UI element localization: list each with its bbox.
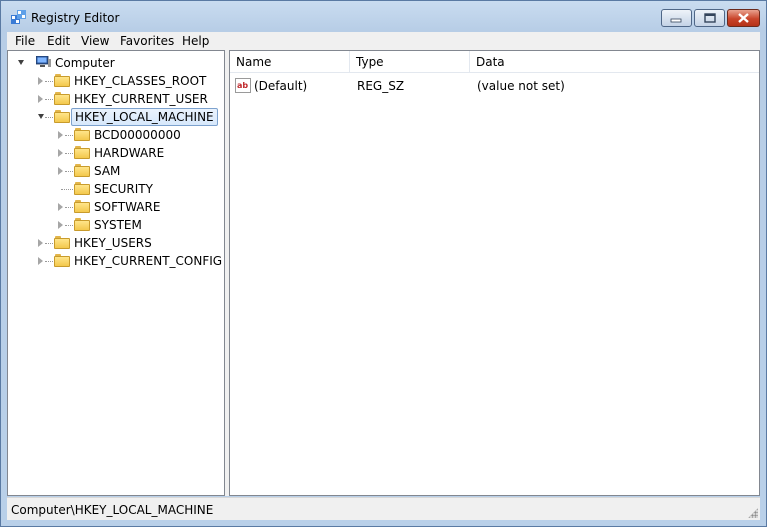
folder-icon (74, 182, 90, 195)
menu-help[interactable]: Help (182, 34, 209, 48)
folder-icon (54, 236, 70, 249)
tree-connector (65, 207, 73, 208)
tree-label: SAM (94, 164, 121, 178)
close-button[interactable] (727, 9, 760, 27)
resize-grip-icon[interactable] (748, 508, 758, 518)
tree-connector (45, 117, 53, 118)
expand-icon[interactable] (38, 95, 43, 103)
maximize-icon (704, 13, 716, 23)
folder-icon (74, 218, 90, 231)
tree-label: SECURITY (94, 182, 153, 196)
folder-icon (54, 254, 70, 267)
folder-icon (54, 92, 70, 105)
tree-node-computer[interactable]: Computer (18, 54, 218, 72)
tree-label-selected: HKEY_LOCAL_MACHINE (71, 108, 218, 126)
tree-connector (61, 189, 73, 190)
menu-file[interactable]: File (15, 34, 35, 48)
folder-icon (74, 146, 90, 159)
tree-connector (65, 171, 73, 172)
tree-label: SOFTWARE (94, 200, 161, 214)
column-header-data[interactable]: Data (470, 51, 759, 73)
tree-connector (45, 261, 53, 262)
tree-node-system[interactable]: SYSTEM (58, 216, 218, 234)
expand-icon[interactable] (58, 149, 63, 157)
computer-icon (36, 56, 51, 67)
folder-icon (74, 200, 90, 213)
tree-label: Computer (55, 56, 115, 70)
expand-icon[interactable] (38, 257, 43, 265)
tree-connector (45, 81, 53, 82)
expand-icon[interactable] (38, 239, 43, 247)
tree-node-hardware[interactable]: HARDWARE (58, 144, 218, 162)
value-data: (value not set) (477, 79, 565, 93)
status-bar: Computer\HKEY_LOCAL_MACHINE (7, 497, 760, 520)
tree-node-hkey-classes-root[interactable]: HKEY_CLASSES_ROOT (38, 72, 218, 90)
column-header-name[interactable]: Name (230, 51, 350, 73)
collapse-icon[interactable] (38, 114, 44, 119)
value-row[interactable]: ab (Default) REG_SZ (value not set) (230, 77, 759, 95)
tree-node-hkey-local-machine[interactable]: HKEY_LOCAL_MACHINE (38, 108, 218, 126)
tree-label: HKEY_CURRENT_CONFIG (74, 254, 223, 268)
folder-icon (54, 74, 70, 87)
folder-icon (54, 110, 70, 123)
tree-label: SYSTEM (94, 218, 142, 232)
tree-label: HKEY_USERS (74, 236, 152, 250)
window-title: Registry Editor (31, 11, 120, 25)
maximize-button[interactable] (694, 9, 725, 27)
title-bar[interactable]: Registry Editor (1, 1, 766, 31)
tree-node-bcd00000000[interactable]: BCD00000000 (58, 126, 218, 144)
tree-node-security[interactable]: SECURITY (58, 180, 218, 198)
expand-icon[interactable] (58, 131, 63, 139)
tree-connector (65, 153, 73, 154)
tree-label: BCD00000000 (94, 128, 181, 142)
values-list[interactable]: Name Type Data ab (Default) REG_SZ (valu… (229, 50, 760, 496)
minimize-button[interactable] (661, 9, 692, 27)
collapse-icon[interactable] (18, 60, 24, 65)
minimize-icon (670, 18, 682, 23)
registry-editor-window: Registry Editor File Edit View Favorites… (0, 0, 767, 527)
string-value-icon: ab (235, 78, 251, 93)
registry-editor-icon (11, 10, 26, 24)
tree-label: HKEY_CLASSES_ROOT (74, 74, 207, 88)
tree-node-hkey-users[interactable]: HKEY_USERS (38, 234, 218, 252)
tree-connector (65, 135, 73, 136)
tree-connector (45, 243, 53, 244)
status-path: Computer\HKEY_LOCAL_MACHINE (11, 503, 214, 517)
tree-label: HARDWARE (94, 146, 165, 160)
close-icon (738, 13, 749, 23)
key-tree[interactable]: Computer HKEY_CLASSES_ROOT HKEY_CURRENT_… (7, 50, 225, 496)
expand-icon[interactable] (58, 221, 63, 229)
svg-text:ab: ab (237, 81, 248, 90)
column-header-type[interactable]: Type (350, 51, 470, 73)
menu-view[interactable]: View (81, 34, 109, 48)
tree-connector (45, 99, 53, 100)
menu-edit[interactable]: Edit (47, 34, 70, 48)
tree-node-hkey-current-config[interactable]: HKEY_CURRENT_CONFIG (38, 252, 222, 270)
value-type: REG_SZ (357, 79, 405, 93)
expand-icon[interactable] (38, 77, 43, 85)
menu-bar: File Edit View Favorites Help (7, 32, 760, 50)
folder-icon (74, 128, 90, 141)
menu-favorites[interactable]: Favorites (120, 34, 174, 48)
value-name: (Default) (254, 79, 308, 93)
tree-node-hkey-current-user[interactable]: HKEY_CURRENT_USER (38, 90, 218, 108)
expand-icon[interactable] (58, 167, 63, 175)
expand-icon[interactable] (58, 203, 63, 211)
folder-icon (74, 164, 90, 177)
tree-label: HKEY_CURRENT_USER (74, 92, 208, 106)
tree-node-sam[interactable]: SAM (58, 162, 218, 180)
tree-connector (65, 225, 73, 226)
tree-node-software[interactable]: SOFTWARE (58, 198, 218, 216)
main-content: Computer HKEY_CLASSES_ROOT HKEY_CURRENT_… (7, 50, 760, 496)
